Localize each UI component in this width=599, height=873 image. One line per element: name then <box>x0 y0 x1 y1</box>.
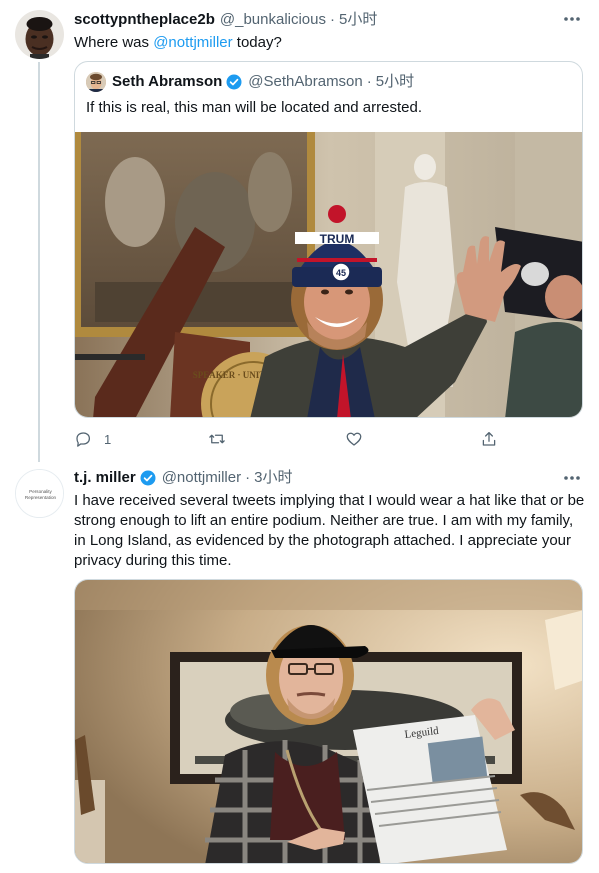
share-button[interactable] <box>480 429 498 449</box>
reply-icon <box>76 432 91 447</box>
author-handle[interactable]: @_bunkalicious <box>220 10 326 30</box>
more-horizontal-icon[interactable] <box>562 468 582 488</box>
quoted-tweet[interactable]: Seth Abramson @SethAbramson · 5小时 If thi… <box>74 61 583 418</box>
tweet-text: I have received several tweets implying … <box>74 492 585 569</box>
quoted-author-name[interactable]: Seth Abramson <box>112 72 222 92</box>
tweet-header: scottypntheplace2b @_bunkalicious · 5小时 <box>74 10 377 30</box>
reply-count: 1 <box>104 431 112 447</box>
avatar-text-line-1: Personality <box>29 489 52 494</box>
like-button[interactable] <box>345 429 375 449</box>
more-horizontal-icon[interactable] <box>562 9 582 29</box>
quoted-author-handle[interactable]: @SethAbramson <box>248 72 362 92</box>
share-icon <box>482 431 496 446</box>
tweet-text-start: Where was <box>74 34 154 51</box>
tweet-photo[interactable]: Leguild <box>74 579 583 864</box>
tweet-header: t.j. miller @nottjmiller · 3小时 <box>74 468 292 488</box>
tweet-text: Where was @nottjmiller today? <box>74 33 586 53</box>
tweet-text-end: today? <box>232 34 282 51</box>
author-avatar[interactable]: Personality Representation <box>15 469 64 518</box>
separator-dot: · <box>366 73 372 90</box>
separator-dot: · <box>330 11 335 28</box>
avatar-text-line-2: Representation <box>25 495 57 500</box>
quoted-author-avatar <box>86 72 106 92</box>
author-avatar[interactable] <box>15 10 64 59</box>
tweet-scottypntheplace2b[interactable]: scottypntheplace2b @_bunkalicious · 5小时 … <box>0 0 599 462</box>
mention-link[interactable]: @nottjmiller <box>153 34 232 51</box>
tweet-action-bar: 1 <box>74 429 514 449</box>
tweet-time[interactable]: 3小时 <box>254 468 292 488</box>
verified-badge-icon <box>140 470 156 486</box>
author-name[interactable]: t.j. miller <box>74 468 136 488</box>
reply-button[interactable]: 1 <box>74 429 111 449</box>
separator-dot: · <box>245 469 251 486</box>
hat-lettering: TRUM <box>320 232 355 246</box>
author-name[interactable]: scottypntheplace2b <box>74 10 215 30</box>
quoted-tweet-header: Seth Abramson @SethAbramson · 5小时 <box>86 72 414 92</box>
verified-badge-icon <box>226 74 242 90</box>
tweet-tj-miller[interactable]: Personality Representation t.j. miller @… <box>0 462 599 873</box>
thread-connector-line <box>38 62 40 462</box>
like-heart-icon <box>346 432 362 446</box>
author-handle[interactable]: @nottjmiller <box>162 468 241 488</box>
hat-badge-lettering: 45 <box>336 268 346 278</box>
retweet-icon <box>209 434 225 444</box>
quoted-tweet-photo[interactable]: SPEAKER · UNITED STATES TRUM 45 <box>75 132 582 417</box>
tweet-time[interactable]: 5小时 <box>339 10 377 30</box>
retweet-button[interactable] <box>208 429 238 449</box>
quoted-tweet-text: If this is real, this man will be locate… <box>86 99 422 116</box>
quoted-tweet-time[interactable]: 5小时 <box>376 72 414 92</box>
